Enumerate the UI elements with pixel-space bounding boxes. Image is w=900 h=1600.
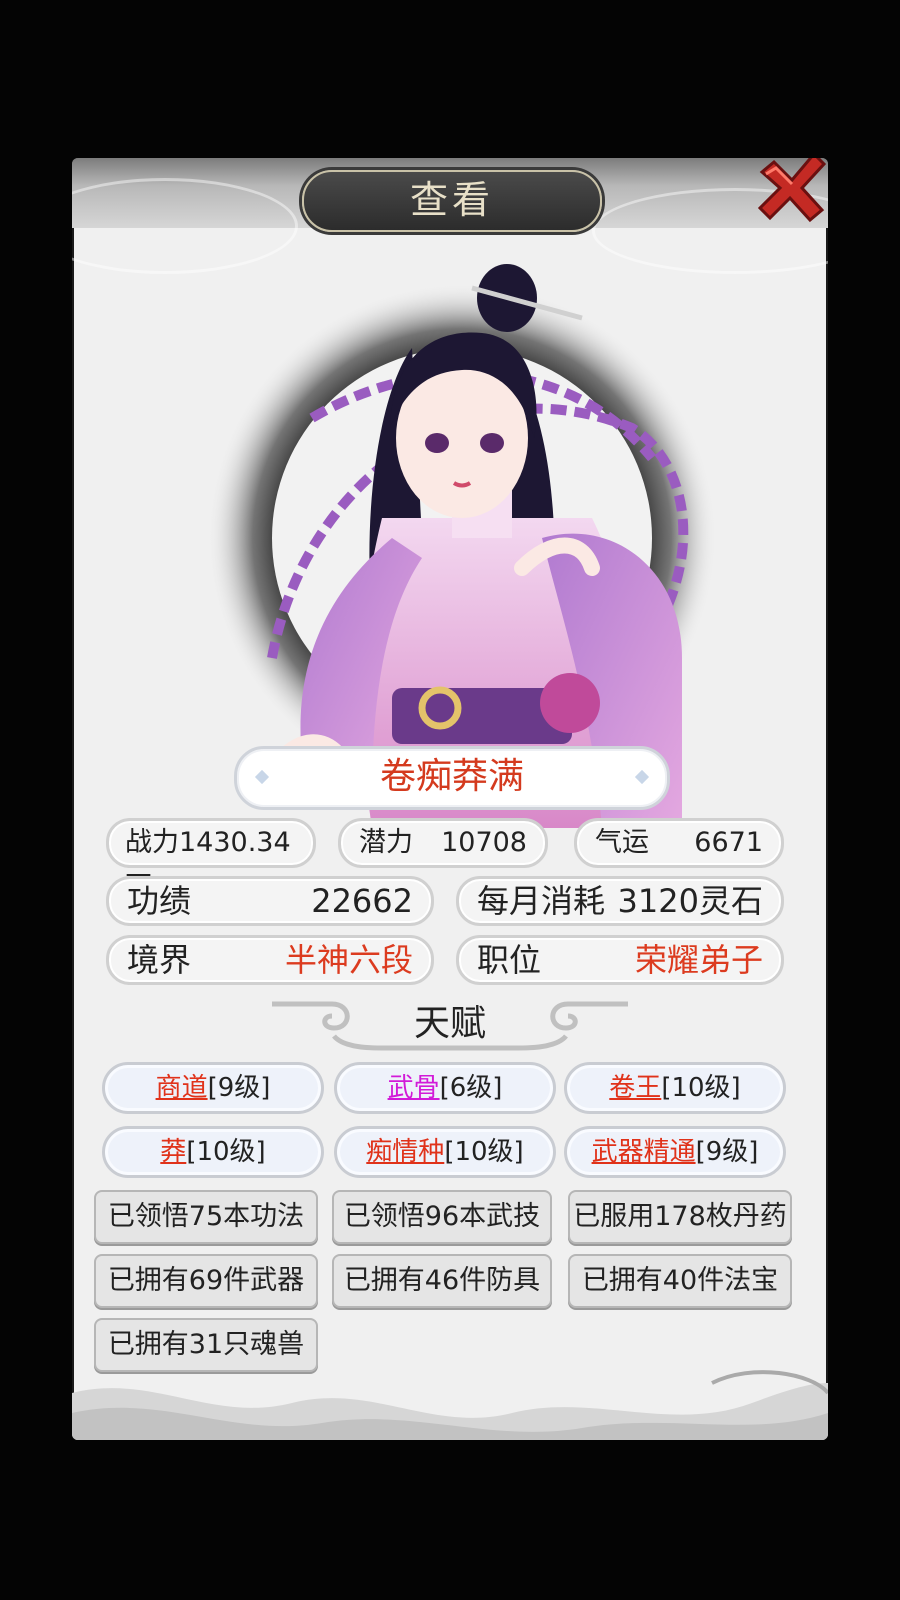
stat-potential-value: 10708 xyxy=(441,827,527,858)
talent-item[interactable]: 卷王[10级] xyxy=(564,1062,786,1114)
talent-section-title: 天赋 xyxy=(413,1003,486,1044)
talent-item[interactable]: 武器精通[9级] xyxy=(564,1126,786,1178)
talent-name[interactable]: 痴情种 xyxy=(366,1137,444,1167)
stat-position-value: 荣耀弟子 xyxy=(634,941,763,979)
inventory-summary-button[interactable]: 已拥有40件法宝 xyxy=(568,1254,792,1308)
stat-monthly-label: 每月消耗 xyxy=(477,882,606,920)
inventory-summary-button[interactable]: 已领悟96本武技 xyxy=(332,1190,552,1244)
stat-luck: 气运 6671 xyxy=(574,818,784,868)
talent-name[interactable]: 卷王 xyxy=(609,1073,661,1103)
stat-merit: 功绩 22662 xyxy=(106,876,434,926)
inventory-summary-button[interactable]: 已服用178枚丹药 xyxy=(568,1190,792,1244)
inventory-summary-button[interactable]: 已拥有69件武器 xyxy=(94,1254,318,1308)
cloud-wave-decoration xyxy=(72,1370,828,1440)
close-button[interactable] xyxy=(752,158,828,224)
inventory-summary-button[interactable]: 已拥有46件防具 xyxy=(332,1254,552,1308)
talent-name[interactable]: 商道 xyxy=(156,1073,208,1103)
stat-realm-label: 境界 xyxy=(127,941,192,979)
stat-realm-value: 半神六段 xyxy=(284,941,413,979)
talent-level: [10级] xyxy=(661,1073,741,1103)
character-view-dialog: 查看 卷痴莽满 战力1430.34 潜力 10708 气运 6671 功绩 22… xyxy=(72,158,828,1440)
stat-merit-label: 功绩 xyxy=(127,882,192,920)
talent-name[interactable]: 莽 xyxy=(160,1137,186,1167)
stat-luck-label: 气运 xyxy=(595,827,649,858)
stat-merit-value: 22662 xyxy=(311,882,413,920)
character-name: 卷痴莽满 xyxy=(379,756,524,797)
talent-level: [9级] xyxy=(695,1137,759,1167)
diamond-ornament-icon xyxy=(254,769,270,785)
inventory-summary-button[interactable]: 已领悟75本功法 xyxy=(94,1190,318,1244)
character-name-plate: 卷痴莽满 xyxy=(234,746,670,810)
stat-realm: 境界 半神六段 xyxy=(106,935,434,985)
talent-item[interactable]: 商道[9级] xyxy=(102,1062,324,1114)
character-portrait xyxy=(162,238,738,828)
diamond-ornament-icon xyxy=(634,769,650,785)
stat-position: 职位 荣耀弟子 xyxy=(456,935,784,985)
stat-potential: 潜力 10708 xyxy=(338,818,548,868)
stat-luck-value: 6671 xyxy=(694,827,763,858)
talent-level: [9级] xyxy=(207,1073,271,1103)
talent-name[interactable]: 武骨 xyxy=(388,1073,440,1103)
talent-name[interactable]: 武器精通 xyxy=(592,1137,696,1167)
talent-level: [10级] xyxy=(186,1137,266,1167)
talent-item[interactable]: 痴情种[10级] xyxy=(334,1126,556,1178)
talent-item[interactable]: 莽[10级] xyxy=(102,1126,324,1178)
close-x-icon xyxy=(757,158,827,223)
talent-section-header: 天赋 xyxy=(272,998,628,1054)
stat-potential-label: 潜力 xyxy=(359,827,413,858)
stat-power: 战力1430.34万 xyxy=(106,818,316,902)
stat-monthly-value: 3120灵石 xyxy=(617,882,763,920)
talent-level: [10级] xyxy=(444,1137,524,1167)
talent-item[interactable]: 武骨[6级] xyxy=(334,1062,556,1114)
stat-position-label: 职位 xyxy=(477,941,542,979)
talent-level: [6级] xyxy=(439,1073,503,1103)
dialog-title: 查看 xyxy=(302,170,602,232)
stat-monthly-cost: 每月消耗 3120灵石 xyxy=(456,876,784,926)
